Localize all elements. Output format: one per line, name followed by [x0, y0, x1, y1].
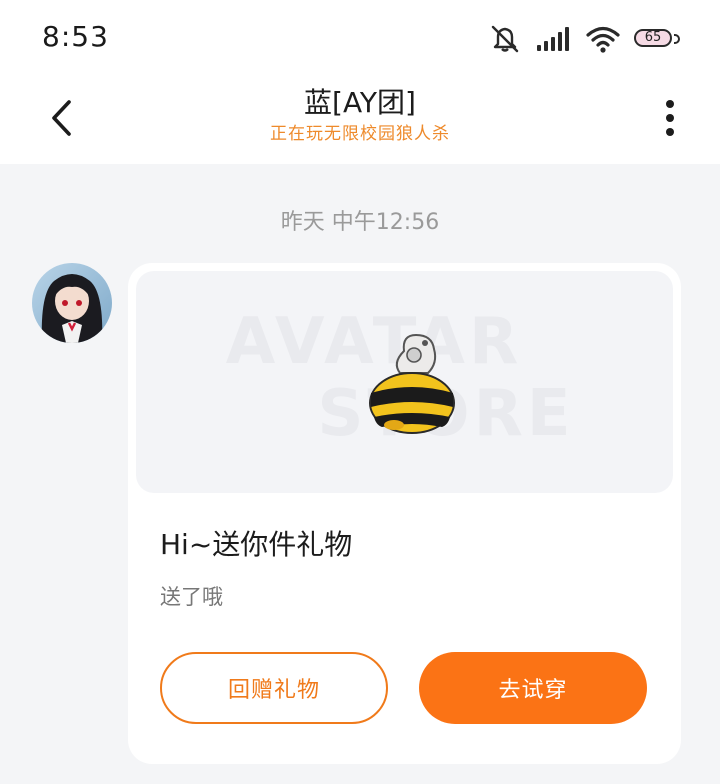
- gift-message-card: AVATARSTORE Hi~送你件礼物 送了哦 回赠礼物 去试穿: [128, 263, 681, 764]
- try-on-button[interactable]: 去试穿: [419, 652, 647, 724]
- title-block: 蓝[AY团] 正在玩无限校园狼人杀: [160, 84, 560, 146]
- status-icons: 65: [488, 22, 680, 56]
- presence-status: 正在玩无限校园狼人杀: [270, 124, 450, 144]
- wifi-icon: [586, 25, 620, 53]
- status-time: 8:53: [42, 20, 109, 53]
- signal-icon: [536, 26, 572, 52]
- mute-icon: [488, 24, 522, 54]
- more-options-button[interactable]: [644, 94, 696, 146]
- vertical-dots-icon: [665, 99, 675, 141]
- back-button[interactable]: [36, 94, 88, 146]
- chat-header: 蓝[AY团] 正在玩无限校园狼人杀: [0, 76, 720, 164]
- battery-level: 65: [644, 30, 662, 45]
- battery-icon: 65: [634, 28, 680, 50]
- chat-title: 蓝[AY团]: [304, 86, 416, 119]
- message-timestamp: 昨天 中午12:56: [280, 210, 440, 235]
- chevron-left-icon: [49, 98, 75, 142]
- gift-message-title: Hi~送你件礼物: [160, 528, 353, 561]
- return-gift-button[interactable]: 回赠礼物: [160, 652, 388, 724]
- gift-item-icon: [369, 333, 455, 434]
- avatar[interactable]: [32, 263, 112, 343]
- status-bar: 8:53 65: [0, 0, 720, 76]
- gift-message-description: 送了哦: [160, 585, 223, 609]
- gift-preview[interactable]: AVATARSTORE: [136, 271, 673, 493]
